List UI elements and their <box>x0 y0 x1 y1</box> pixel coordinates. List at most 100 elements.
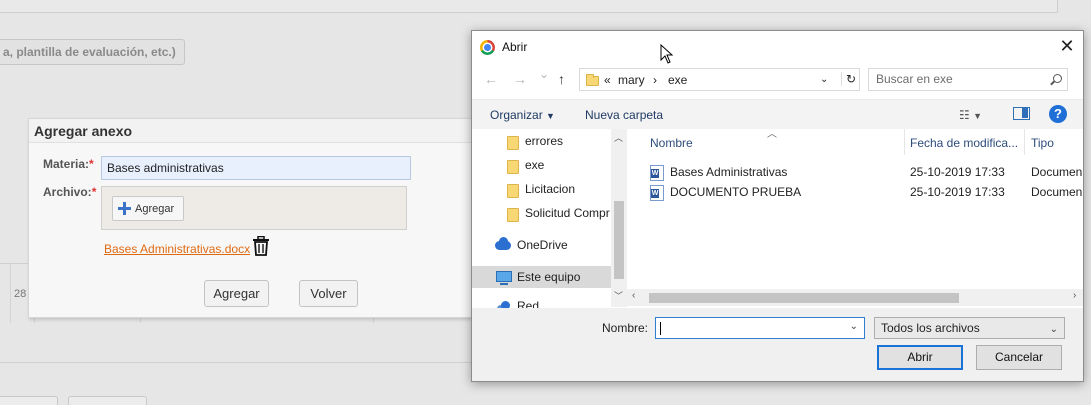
search-input[interactable]: Buscar en exe <box>868 68 1068 91</box>
back-button[interactable]: Volver <box>299 280 358 307</box>
file-date: 25-10-2019 17:33 <box>910 185 1005 199</box>
trash-icon[interactable] <box>252 236 270 256</box>
new-folder-button[interactable]: Nueva carpeta <box>585 108 663 122</box>
column-divider[interactable] <box>904 129 905 155</box>
file-list-hscrollbar[interactable]: ‹ › <box>627 289 1083 306</box>
tree-item-label: OneDrive <box>517 238 568 252</box>
file-type-filter[interactable]: Todos los archivos ⌄ <box>874 317 1065 339</box>
dialog-titlebar[interactable]: Abrir ✕ <box>472 31 1083 63</box>
address-part-exe[interactable]: exe <box>668 73 687 87</box>
address-separator: › <box>653 73 657 87</box>
required-mark: * <box>91 185 97 199</box>
dialog-toolbar: Organizar ▼ Nueva carpeta ☷ ▼ ? <box>472 99 1083 129</box>
word-document-icon <box>650 165 664 181</box>
refresh-icon[interactable]: ↻ <box>841 72 856 86</box>
tree-item-solicitud[interactable]: Solicitud Compr <box>472 202 612 224</box>
address-overflow[interactable]: « <box>604 73 611 87</box>
file-date: 25-10-2019 17:33 <box>910 165 1005 179</box>
file-upload-area[interactable]: Agregar <box>101 186 407 230</box>
file-row[interactable]: Bases Administrativas 25-10-2019 17:33 D… <box>637 162 1083 182</box>
address-part-mary[interactable]: mary <box>618 73 645 87</box>
tree-item-this-pc[interactable]: Este equipo <box>472 266 612 288</box>
column-divider[interactable] <box>1024 129 1025 155</box>
open-button[interactable]: Abrir <box>877 345 963 370</box>
uploaded-file-link[interactable]: Bases Administrativas.docx <box>104 242 250 256</box>
help-icon[interactable]: ? <box>1049 105 1067 123</box>
scrollbar-thumb[interactable] <box>614 201 624 279</box>
open-file-dialog: Abrir ✕ ← → ⌄ ↑ « mary › exe ⌄ ↻ Buscar … <box>471 30 1084 382</box>
column-date[interactable]: Fecha de modifica... <box>910 136 1018 150</box>
folder-icon <box>507 208 519 222</box>
filename-input[interactable]: ⌄ <box>655 317 865 339</box>
background-button[interactable] <box>68 396 147 405</box>
plus-icon <box>118 202 131 215</box>
tree-item-errores[interactable]: errores <box>472 130 612 152</box>
search-placeholder: Buscar en exe <box>876 72 953 86</box>
sort-ascending-icon: ︿ <box>767 129 777 140</box>
forward-arrow-icon[interactable]: → <box>513 71 527 87</box>
chrome-icon <box>480 40 495 55</box>
tree-item-onedrive[interactable]: OneDrive <box>472 234 612 256</box>
file-type: Documen <box>1031 185 1083 199</box>
address-bar[interactable]: « mary › exe ⌄ ↻ <box>579 68 860 91</box>
file-name: DOCUMENTO PRUEBA <box>670 185 802 199</box>
search-icon[interactable] <box>1053 74 1062 83</box>
dialog-title: Agregar anexo <box>29 119 477 143</box>
up-arrow-icon[interactable]: ↑ <box>558 71 565 87</box>
chevron-down-icon[interactable]: ⌄ <box>1050 320 1058 340</box>
cloud-icon <box>495 237 511 250</box>
required-mark: * <box>89 157 94 171</box>
chevron-down-icon[interactable]: ⌄ <box>850 321 858 332</box>
tree-item-label: Solicitud Compr <box>525 206 610 220</box>
dialog-title: Abrir <box>502 40 528 54</box>
tree-item-network[interactable]: Red <box>472 295 612 309</box>
folder-icon <box>586 74 599 86</box>
chevron-down-icon[interactable]: ⌄ <box>820 74 828 85</box>
background-button[interactable] <box>0 396 58 405</box>
materia-input[interactable]: Bases administrativas <box>101 156 411 180</box>
file-row[interactable]: DOCUMENTO PRUEBA 25-10-2019 17:33 Docume… <box>637 182 1083 202</box>
file-name: Bases Administrativas <box>670 165 788 179</box>
file-list-header: Nombre ︿ Fecha de modifica... Tipo <box>637 129 1083 155</box>
folder-icon <box>507 184 519 198</box>
filename-label: Nombre: <box>602 321 649 335</box>
upload-button-label: Agregar <box>135 202 175 215</box>
submit-annex-button[interactable]: Agregar <box>204 280 269 307</box>
dialog-footer: Nombre: ⌄ Todos los archivos ⌄ Abrir Can… <box>472 308 1083 381</box>
tree-item-label: Este equipo <box>517 270 581 284</box>
folder-icon <box>507 136 519 150</box>
table-divider <box>10 263 11 323</box>
scroll-right-icon[interactable]: › <box>1073 290 1076 301</box>
table-row-number: 28 <box>14 288 27 300</box>
column-name[interactable]: Nombre <box>650 136 693 150</box>
page-top-panel <box>0 0 1058 13</box>
close-icon[interactable]: ✕ <box>1057 37 1077 57</box>
back-arrow-icon[interactable]: ← <box>484 71 498 87</box>
preview-pane-icon[interactable] <box>1013 107 1030 120</box>
tree-item-licitacion[interactable]: Licitacion <box>472 178 612 200</box>
scroll-left-icon[interactable]: ‹ <box>632 290 635 301</box>
tree-item-label: Licitacion <box>525 182 576 196</box>
archivo-label: Archivo:* <box>43 185 97 199</box>
scroll-up-icon[interactable]: ︿ <box>614 131 623 144</box>
tree-item-exe[interactable]: exe <box>472 154 612 176</box>
organize-button[interactable]: Organizar ▼ <box>490 108 555 122</box>
text-caret <box>660 322 661 335</box>
upload-button[interactable]: Agregar <box>112 196 184 221</box>
view-options-icon[interactable]: ☷ ▼ <box>959 108 982 122</box>
cancel-button[interactable]: Cancelar <box>976 345 1062 370</box>
scroll-down-icon[interactable]: ﹀ <box>614 289 623 302</box>
scrollbar-thumb[interactable] <box>649 293 959 303</box>
filter-value: Todos los archivos <box>881 321 980 335</box>
annex-hint-label: a, plantilla de evaluación, etc.) <box>0 39 185 65</box>
add-annex-dialog: Agregar anexo Materia:* Bases administra… <box>28 118 478 318</box>
dialog-body: Materia:* Bases administrativas Archivo:… <box>29 143 477 317</box>
materia-label: Materia:* <box>43 157 94 171</box>
mouse-cursor-icon <box>660 44 674 64</box>
recent-locations-icon[interactable]: ⌄ <box>539 67 549 81</box>
tree-item-label: exe <box>525 158 545 172</box>
tree-item-label: errores <box>525 134 564 148</box>
word-document-icon <box>650 185 664 201</box>
column-type[interactable]: Tipo <box>1031 136 1054 150</box>
navigation-scrollbar[interactable]: ︿ ﹀ <box>611 129 627 307</box>
